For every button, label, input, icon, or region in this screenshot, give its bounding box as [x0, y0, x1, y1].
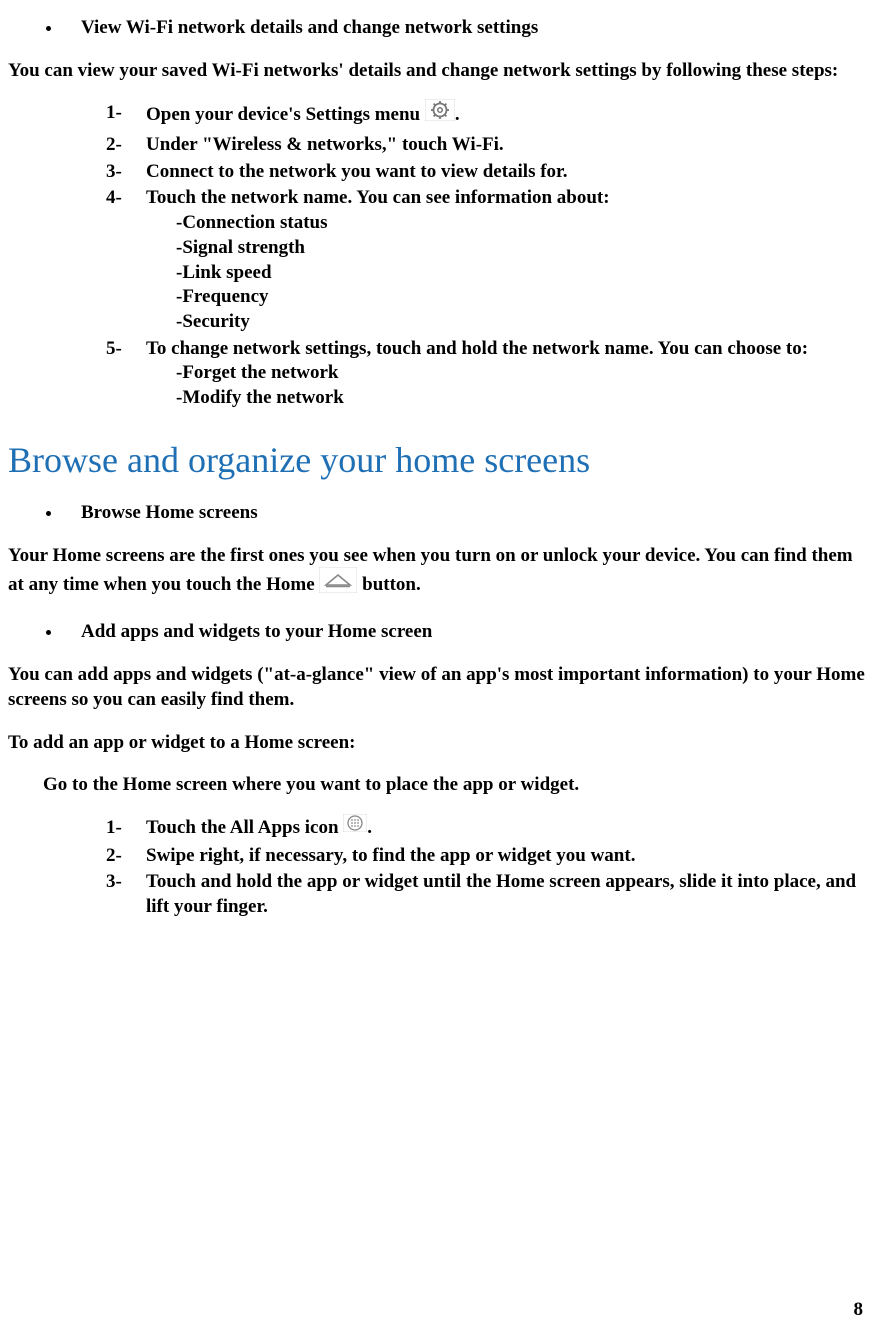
home-icon — [319, 567, 357, 601]
wifi-step-3: Connect to the network you want to view … — [106, 160, 867, 185]
browse-home-text-b: button. — [357, 574, 420, 595]
browse-home-text-a: Your Home screens are the first ones you… — [8, 545, 853, 595]
add-apps-para1: You can add apps and widgets ("at-a-glan… — [8, 663, 867, 712]
add-apps-para2: To add an app or widget to a Home screen… — [8, 731, 867, 756]
wifi-step-1-text-a: Open your device's Settings menu — [146, 105, 425, 126]
add-apps-step-1-b: . — [367, 817, 372, 838]
sub-modify-network: -Modify the network — [176, 386, 867, 411]
sub-forget-network: -Forget the network — [176, 361, 867, 386]
sub-security: -Security — [176, 310, 867, 335]
wifi-steps-list: Open your device's Settings menu . Under… — [8, 101, 867, 410]
wifi-step-4-sublist: -Connection status -Signal strength -Lin… — [146, 211, 867, 334]
wifi-step-1: Open your device's Settings menu . — [106, 101, 867, 131]
wifi-step-1-text-b: . — [455, 105, 460, 126]
wifi-step-2: Under "Wireless & networks," touch Wi-Fi… — [106, 133, 867, 158]
add-apps-step-2: Swipe right, if necessary, to find the a… — [106, 844, 867, 869]
browse-home-text: Your Home screens are the first ones you… — [8, 544, 867, 602]
add-apps-indent-line: Go to the Home screen where you want to … — [8, 773, 867, 798]
add-apps-steps-list: Touch the All Apps icon . Swipe right, i… — [8, 816, 867, 920]
page-number: 8 — [854, 1298, 864, 1323]
all-apps-icon — [343, 814, 367, 840]
sub-link-speed: -Link speed — [176, 261, 867, 286]
page-title: Browse and organize your home screens — [8, 437, 867, 484]
add-apps-step-1-a: Touch the All Apps icon — [146, 817, 343, 838]
gear-icon — [425, 99, 455, 129]
sub-frequency: -Frequency — [176, 285, 867, 310]
wifi-step-4-text: Touch the network name. You can see info… — [146, 187, 610, 208]
bullet-list-wifi: View Wi-Fi network details and change ne… — [8, 16, 867, 41]
bullet-list-browse: Browse Home screens — [8, 501, 867, 526]
sub-connection-status: -Connection status — [176, 211, 867, 236]
wifi-step-4: Touch the network name. You can see info… — [106, 186, 867, 334]
bullet-list-add-apps: Add apps and widgets to your Home screen — [8, 620, 867, 645]
wifi-step-5: To change network settings, touch and ho… — [106, 337, 867, 411]
wifi-step-5-text: To change network settings, touch and ho… — [146, 338, 808, 359]
sub-signal-strength: -Signal strength — [176, 236, 867, 261]
wifi-step-5-sublist: -Forget the network -Modify the network — [146, 361, 867, 410]
bullet-add-apps: Add apps and widgets to your Home screen — [63, 620, 867, 645]
wifi-intro-text: You can view your saved Wi-Fi networks' … — [8, 59, 867, 84]
add-apps-step-3: Touch and hold the app or widget until t… — [106, 870, 867, 919]
bullet-browse-home: Browse Home screens — [63, 501, 867, 526]
add-apps-step-1: Touch the All Apps icon . — [106, 816, 867, 842]
bullet-view-wifi: View Wi-Fi network details and change ne… — [63, 16, 867, 41]
